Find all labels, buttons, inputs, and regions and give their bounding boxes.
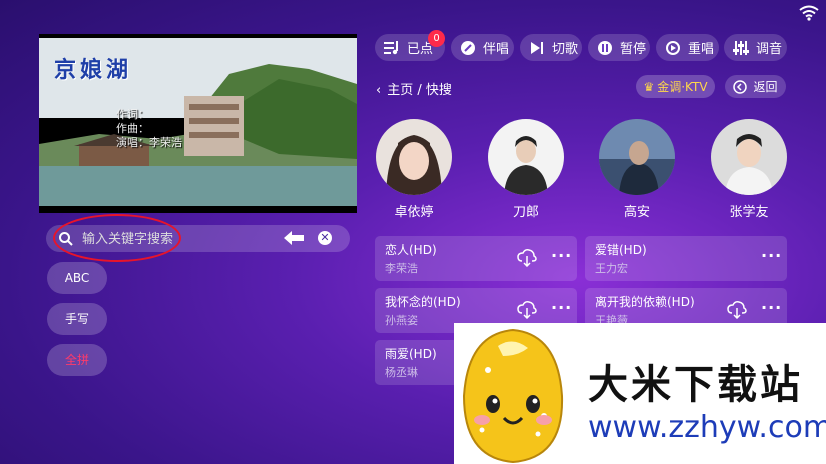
accompany-button[interactable]: 伴唱 <box>451 34 514 61</box>
more-options-icon[interactable]: ··· <box>761 246 782 265</box>
more-options-icon[interactable]: ··· <box>761 298 782 317</box>
song-title: 我怀念的(HD) <box>385 295 461 309</box>
song-artist: 杨丞琳 <box>385 366 418 379</box>
annotation-highlight <box>53 214 181 262</box>
credit-line: 演唱：李荣浩 <box>116 136 182 149</box>
song-title: 雨爱(HD) <box>385 347 437 361</box>
accompany-label: 伴唱 <box>483 42 510 57</box>
video-title-overlay: 京娘湖 <box>54 57 133 83</box>
video-credits: 作词： 作曲： 演唱：李荣浩 <box>116 108 182 150</box>
artist-card[interactable]: 刀郎 <box>488 119 564 220</box>
next-track-icon <box>528 39 546 57</box>
pause-icon <box>596 39 614 57</box>
cloud-download-icon[interactable] <box>727 301 747 319</box>
artist-card[interactable]: 张学友 <box>711 119 787 220</box>
tune-button[interactable]: 调音 <box>724 34 787 61</box>
queue-count-badge: 0 <box>428 30 445 47</box>
back-circle-icon <box>733 79 748 94</box>
keyboard-mode-abc[interactable]: ABC <box>47 262 107 294</box>
avatar <box>488 119 564 195</box>
close-circle-icon[interactable]: ✕ <box>318 231 332 245</box>
song-title: 恋人(HD) <box>385 243 437 257</box>
breadcrumb-text: 主页 / 快搜 <box>387 83 452 98</box>
artist-name: 刀郎 <box>512 205 539 220</box>
song-artist: 王力宏 <box>595 262 628 275</box>
song-title: 爱错(HD) <box>595 243 647 257</box>
back-label: 返回 <box>753 80 778 94</box>
credit-line: 作词： <box>116 108 149 121</box>
skip-song-label: 切歌 <box>552 42 579 57</box>
song-title: 离开我的依赖(HD) <box>595 295 695 309</box>
skip-song-button[interactable]: 切歌 <box>520 34 582 61</box>
queue-list-icon <box>383 39 401 57</box>
artist-name: 卓依婷 <box>394 205 434 220</box>
keyboard-mode-handwrite[interactable]: 手写 <box>47 303 107 335</box>
replay-button[interactable]: 重唱 <box>656 34 719 61</box>
more-options-icon[interactable]: ··· <box>551 298 572 317</box>
equalizer-icon <box>732 39 750 57</box>
ktv-mode-label: 金调·KTV <box>657 80 708 94</box>
song-artist: 孙燕姿 <box>385 314 418 327</box>
pause-button[interactable]: 暂停 <box>588 34 650 61</box>
credit-line: 作曲： <box>116 122 149 135</box>
replay-label: 重唱 <box>688 42 715 57</box>
more-options-icon[interactable]: ··· <box>551 246 572 265</box>
cloud-download-icon[interactable] <box>517 301 537 319</box>
watermark-text: 大米下载站 <box>588 362 803 408</box>
back-button[interactable]: 返回 <box>725 75 786 98</box>
wifi-icon <box>799 5 819 21</box>
crown-icon: ♛ <box>643 79 655 94</box>
breadcrumb[interactable]: ‹ 主页 / 快搜 <box>376 79 452 98</box>
artist-name: 张学友 <box>729 205 769 220</box>
artist-name: 高安 <box>623 205 650 220</box>
mic-toggle-icon <box>459 39 477 57</box>
cloud-download-icon[interactable] <box>517 249 537 267</box>
avatar <box>599 119 675 195</box>
watermark-url: www.zzhyw.com <box>588 410 826 445</box>
pause-label: 暂停 <box>620 42 647 57</box>
ktv-mode-chip[interactable]: ♛ 金调·KTV <box>636 75 715 98</box>
avatar <box>376 119 452 195</box>
queue-button[interactable]: 已点 0 <box>375 30 445 61</box>
avatar <box>711 119 787 195</box>
artist-card[interactable]: 高安 <box>599 119 675 220</box>
song-item[interactable]: 恋人(HD) 李荣浩 ··· <box>375 236 577 281</box>
tune-label: 调音 <box>756 42 783 57</box>
rice-mascot-logo <box>462 328 564 464</box>
chevron-left-icon[interactable]: ‹ <box>376 83 381 98</box>
song-item[interactable]: 爱错(HD) 王力宏 ··· <box>585 236 787 281</box>
replay-icon <box>664 39 682 57</box>
keyboard-mode-pinyin[interactable]: 全拼 <box>47 344 107 376</box>
song-artist: 李荣浩 <box>385 262 418 275</box>
backspace-arrow-icon[interactable] <box>283 230 305 246</box>
artist-card[interactable]: 卓依婷 <box>376 119 452 220</box>
